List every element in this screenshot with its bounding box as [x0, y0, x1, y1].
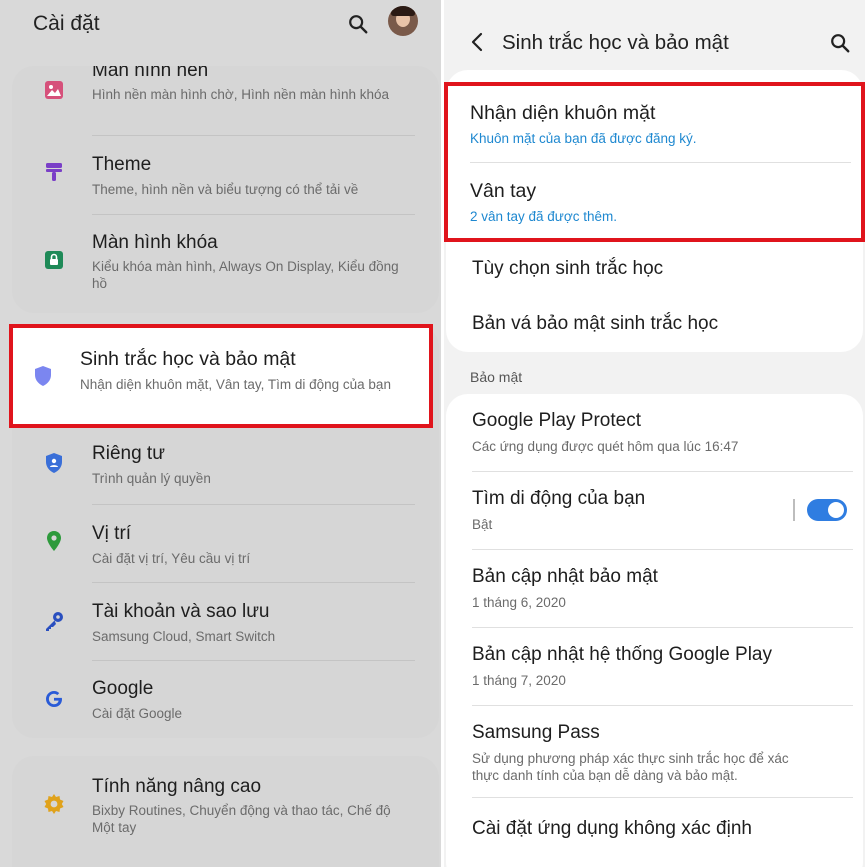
- face-recognition-item[interactable]: Nhận diện khuôn mặt Khuôn mặt của bạn đã…: [448, 86, 861, 164]
- item-subtitle: Cài đặt Google: [92, 706, 183, 721]
- settings-item-wallpaper[interactable]: Màn hình nền Hình nền màn hình chờ, Hình…: [12, 66, 439, 126]
- settings-item-location[interactable]: Vị trí Cài đặt vị trí, Yêu cầu vị trí: [12, 505, 439, 583]
- settings-item-biometrics-security[interactable]: Sinh trắc học và bảo mật Nhận diện khuôn…: [9, 324, 433, 428]
- security-shield-icon: [35, 366, 51, 386]
- google-icon: [46, 691, 62, 707]
- search-icon[interactable]: [347, 13, 369, 35]
- item-title: Màn hình nền: [92, 66, 209, 81]
- lock-screen-icon: [45, 251, 63, 269]
- find-my-mobile-item[interactable]: Tìm di động của bạn Bật: [446, 472, 863, 550]
- item-title: Tài khoản và sao lưu: [92, 601, 270, 622]
- item-subtitle: Kiểu khóa màn hình, Always On Display, K…: [92, 259, 399, 291]
- biometrics-app-bar: Sinh trắc học và bảo mật: [444, 0, 865, 54]
- item-title: Bản vá bảo mật sinh trắc học: [472, 313, 719, 334]
- settings-item-lock-screen[interactable]: Màn hình khóa Kiểu khóa màn hình, Always…: [12, 222, 439, 312]
- settings-item-advanced-features[interactable]: Tính năng nâng cao Bixby Routines, Chuyể…: [12, 756, 439, 856]
- item-title: Theme: [92, 154, 152, 175]
- security-card: Google Play Protect Các ứng dụng được qu…: [446, 394, 863, 867]
- item-subtitle: Trình quản lý quyền: [92, 471, 211, 486]
- key-icon: [46, 612, 63, 631]
- item-title: Sinh trắc học và bảo mật: [80, 348, 296, 370]
- divider: [92, 135, 415, 136]
- settings-item-privacy[interactable]: Riêng tư Trình quản lý quyền: [12, 425, 439, 503]
- security-section-label: Bảo mật: [470, 369, 523, 385]
- item-title: Cài đặt ứng dụng không xác định: [472, 818, 752, 839]
- item-title: Vân tay: [470, 180, 537, 202]
- settings-item-theme[interactable]: Theme Theme, hình nền và biểu tượng có t…: [12, 144, 439, 214]
- item-subtitle: 2 vân tay đã được thêm.: [470, 209, 617, 224]
- item-subtitle: Theme, hình nền và biểu tượng có thể tải…: [92, 182, 359, 197]
- divider: [92, 214, 415, 215]
- samsung-pass-item[interactable]: Samsung Pass Sử dụng phương pháp xác thự…: [446, 706, 863, 798]
- item-title: Nhận diện khuôn mặt: [470, 102, 656, 124]
- biometric-options-item[interactable]: Tùy chọn sinh trắc học: [446, 242, 863, 298]
- display-settings-card: Màn hình nền Hình nền màn hình chờ, Hình…: [12, 66, 439, 313]
- item-subtitle: Nhận diện khuôn mặt, Vân tay, Tìm di độn…: [80, 377, 391, 392]
- avatar[interactable]: [388, 6, 418, 36]
- google-play-system-update-item[interactable]: Bản cập nhật hệ thống Google Play 1 thán…: [446, 628, 863, 706]
- item-subtitle: Sử dụng phương pháp xác thực sinh trắc h…: [472, 751, 789, 783]
- settings-item-google[interactable]: Google Cài đặt Google: [12, 661, 439, 738]
- settings-item-accounts-backup[interactable]: Tài khoản và sao lưu Samsung Cloud, Smar…: [12, 583, 439, 661]
- advanced-settings-card: Tính năng nâng cao Bixby Routines, Chuyể…: [12, 756, 439, 867]
- item-subtitle: Bật: [472, 517, 493, 532]
- page-title: Sinh trắc học và bảo mật: [502, 31, 729, 54]
- search-icon[interactable]: [829, 32, 851, 54]
- wallpaper-icon: [45, 81, 63, 99]
- security-update-item[interactable]: Bản cập nhật bảo mật 1 tháng 6, 2020: [446, 550, 863, 628]
- item-title: Màn hình khóa: [92, 232, 218, 253]
- divider: [470, 162, 851, 163]
- item-title: Tìm di động của bạn: [472, 488, 646, 509]
- item-title: Riêng tư: [92, 443, 165, 464]
- item-subtitle: Các ứng dụng được quét hôm qua lúc 16:47: [472, 439, 739, 454]
- item-subtitle: Hình nền màn hình chờ, Hình nền màn hình…: [92, 87, 390, 102]
- advanced-gear-icon: [44, 794, 64, 814]
- item-title: Google: [92, 678, 154, 699]
- google-play-protect-item[interactable]: Google Play Protect Các ứng dụng được qu…: [446, 394, 863, 472]
- item-subtitle: Cài đặt vị trí, Yêu cầu vị trí: [92, 551, 251, 566]
- item-subtitle: 1 tháng 7, 2020: [472, 673, 566, 688]
- theme-brush-icon: [46, 163, 62, 181]
- item-subtitle: Samsung Cloud, Smart Switch: [92, 629, 276, 644]
- location-pin-icon: [47, 531, 61, 551]
- settings-app-bar: Cài đặt: [0, 0, 441, 50]
- fingerprint-item[interactable]: Vân tay 2 vân tay đã được thêm.: [448, 164, 861, 242]
- page-title: Cài đặt: [33, 12, 100, 35]
- item-subtitle: Khuôn mặt của bạn đã được đăng ký.: [470, 131, 697, 146]
- item-title: Bản cập nhật hệ thống Google Play: [472, 644, 773, 665]
- item-title: Bản cập nhật bảo mật: [472, 566, 658, 587]
- item-subtitle: 1 tháng 6, 2020: [472, 595, 566, 610]
- biometric-security-patch-item[interactable]: Bản vá bảo mật sinh trắc học: [446, 298, 863, 352]
- item-title: Tùy chọn sinh trắc học: [472, 258, 664, 279]
- privacy-shield-icon: [46, 453, 62, 473]
- toggle-knob: [828, 502, 844, 518]
- install-unknown-apps-item[interactable]: Cài đặt ứng dụng không xác định: [446, 798, 863, 867]
- settings-panel: Cài đặt Màn hình nền Hình nền màn hình c…: [0, 0, 441, 867]
- item-title: Vị trí: [92, 523, 132, 544]
- item-title: Google Play Protect: [472, 410, 641, 431]
- biometrics-highlight-group: Nhận diện khuôn mặt Khuôn mặt của bạn đã…: [444, 82, 865, 242]
- toggle-divider: [793, 499, 795, 521]
- item-subtitle: Bixby Routines, Chuyển động và thao tác,…: [92, 803, 391, 835]
- back-arrow-icon[interactable]: [470, 32, 484, 52]
- item-title: Tính năng nâng cao: [92, 776, 262, 797]
- find-my-mobile-toggle[interactable]: [807, 499, 847, 521]
- item-title: Samsung Pass: [472, 722, 600, 743]
